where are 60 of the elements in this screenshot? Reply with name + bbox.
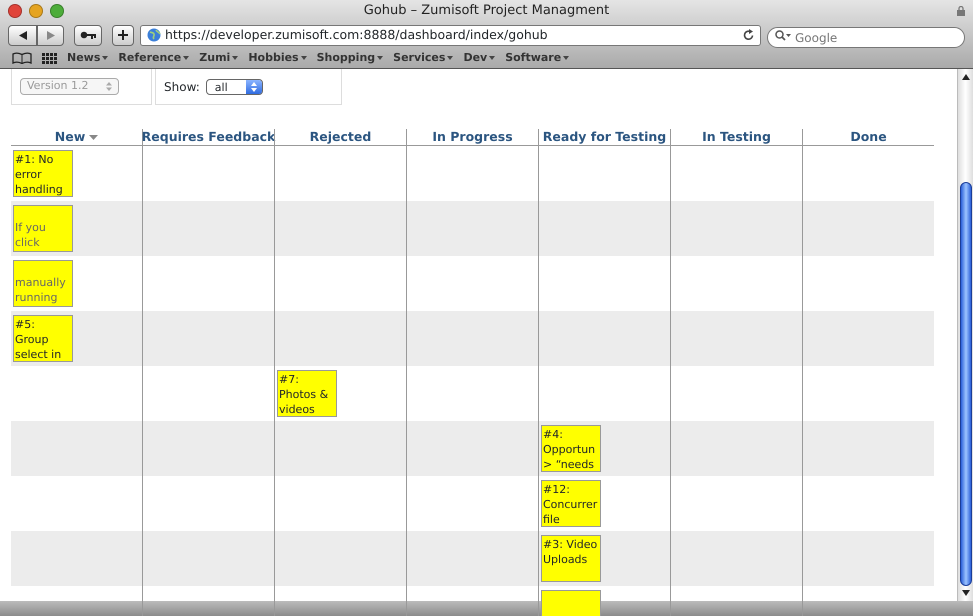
bookmark-menu[interactable]: Zumi	[199, 50, 238, 66]
key-icon	[80, 31, 96, 39]
caret-icon	[300, 56, 307, 60]
updown-arrows-icon	[106, 82, 112, 91]
caret-icon	[232, 56, 238, 60]
column-header[interactable]: Ready for Testing	[542, 128, 666, 146]
caret-icon	[183, 56, 190, 60]
plus-icon	[118, 30, 128, 40]
task-card[interactable]: #7: Photos & videos	[277, 370, 337, 417]
minimize-button[interactable]	[29, 4, 43, 18]
bookmark-menu[interactable]: Reference	[118, 50, 190, 66]
task-card[interactable]: If you click	[13, 205, 73, 252]
column-header[interactable]: Rejected	[310, 128, 372, 146]
forward-arrow-icon	[46, 30, 54, 40]
scroll-down-icon	[962, 590, 970, 596]
task-card[interactable]: #3: Video Uploads	[541, 535, 601, 582]
column-header[interactable]: In Testing	[702, 128, 771, 146]
grid-icon[interactable]	[42, 52, 57, 64]
zoom-button[interactable]	[50, 4, 64, 18]
caret-icon	[563, 56, 570, 60]
sort-caret-icon	[89, 134, 98, 140]
back-arrow-icon	[18, 30, 26, 40]
close-button[interactable]	[8, 4, 22, 18]
caret-icon	[377, 56, 384, 60]
updown-arrows-icon	[250, 82, 257, 92]
back-button[interactable]	[8, 24, 37, 46]
address-field[interactable]: https://developer.zumisoft.com:8888/dashboard/index/gohub	[140, 24, 761, 46]
book-icon[interactable]	[12, 52, 32, 64]
forward-button[interactable]	[37, 24, 64, 46]
bookmark-menu[interactable]: Dev	[463, 50, 496, 66]
search-icon[interactable]	[775, 30, 791, 40]
bookmark-menu[interactable]: Hobbies	[248, 50, 307, 66]
column-header[interactable]: Requires Feedback	[142, 128, 276, 146]
search-field[interactable]: Google	[767, 27, 965, 48]
task-card[interactable]: manually running	[13, 260, 73, 307]
caret-icon	[447, 56, 454, 60]
keychain-button[interactable]	[74, 24, 102, 46]
bookmark-menu[interactable]: Services	[393, 50, 454, 66]
add-bookmark-button[interactable]	[112, 24, 134, 46]
scroll-up-icon	[962, 74, 970, 80]
task-card[interactable]: #4: Opportun > “needs	[541, 425, 601, 472]
bookmark-menu[interactable]: Software	[505, 50, 570, 66]
column-header[interactable]: Done	[850, 128, 887, 146]
scrollbar[interactable]	[957, 69, 973, 601]
window-title: Gohub – Zumisoft Project Managment	[364, 3, 610, 18]
task-card[interactable]: #5: Group select in	[13, 315, 73, 362]
reload-icon	[743, 29, 754, 41]
globe-icon	[147, 28, 161, 42]
task-card[interactable]: #1: No error handling	[13, 150, 73, 197]
sorted-column-header[interactable]: New	[54, 128, 86, 146]
lock-icon	[957, 6, 965, 16]
show-label: Show:	[164, 78, 200, 96]
task-card[interactable]: #12: Concurrer file	[541, 480, 601, 527]
caret-icon	[102, 56, 108, 60]
bookmark-menu[interactable]: Shopping	[316, 50, 384, 66]
show-select[interactable]: all	[206, 78, 263, 94]
caret-icon	[489, 56, 496, 60]
scroll-thumb[interactable]	[960, 182, 972, 586]
column-header[interactable]: In Progress	[432, 128, 513, 146]
bookmark-menu[interactable]: News	[67, 50, 108, 66]
